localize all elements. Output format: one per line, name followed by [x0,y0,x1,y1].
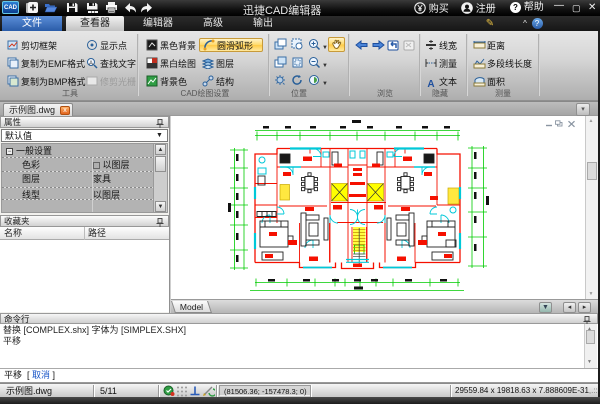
svg-text:A: A [89,61,93,67]
